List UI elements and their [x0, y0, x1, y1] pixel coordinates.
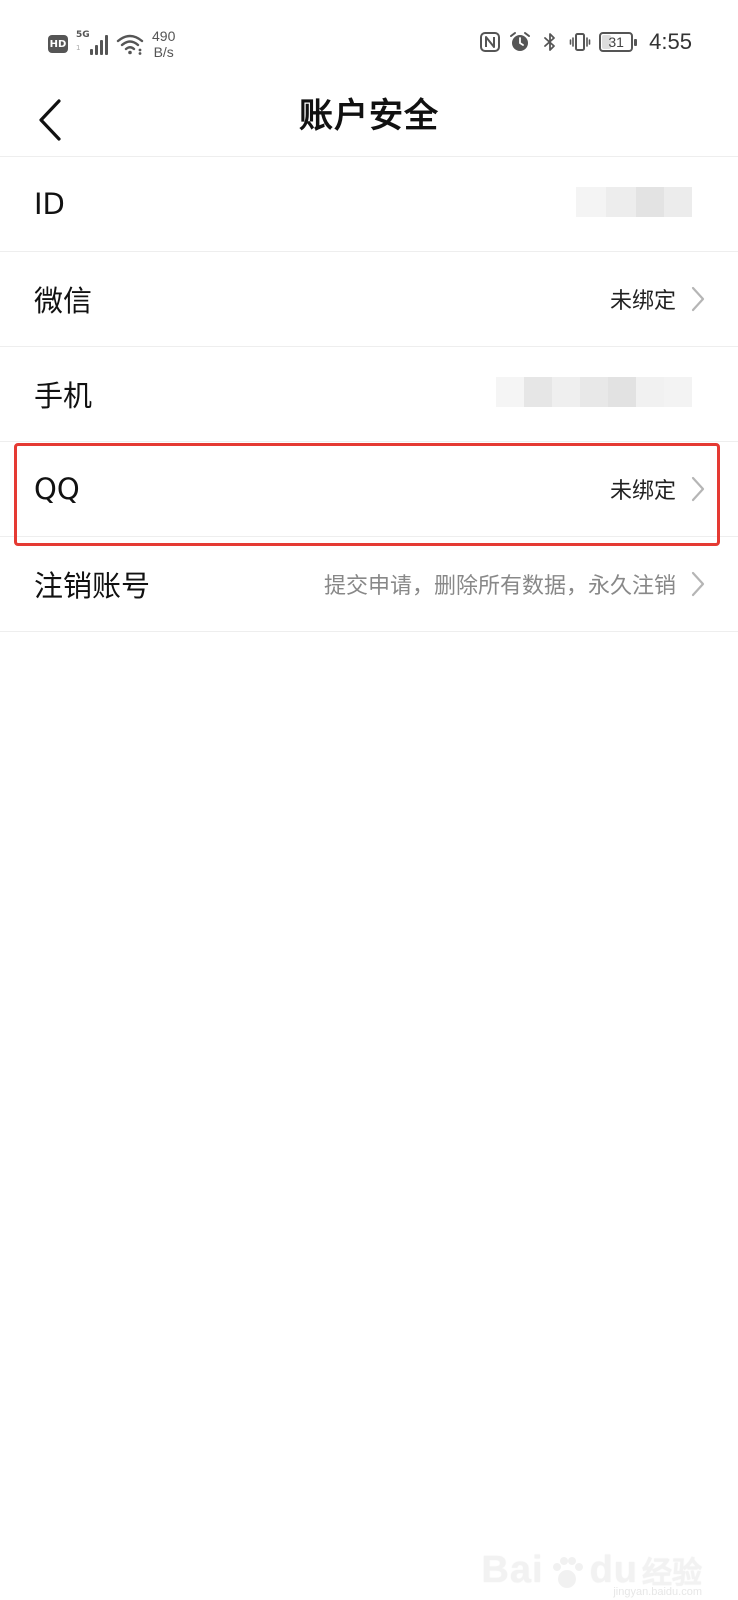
wechat-bind-status: 未绑定	[609, 289, 676, 314]
row-id: ID	[0, 157, 738, 252]
account-security-list: ID 微信 未绑定 手机 QQ 未绑定 注销账号 提交申请，删除所有数据，永久注…	[0, 156, 738, 632]
watermark-brand: Bai	[481, 1549, 544, 1591]
row-wechat[interactable]: 微信 未绑定	[0, 252, 738, 347]
obscured-id-value	[576, 187, 692, 217]
network-speed: 490 B/s	[152, 28, 175, 60]
chevron-right-icon	[691, 286, 705, 312]
network-type-label: 5G	[76, 30, 90, 40]
obscured-phone-value	[496, 377, 692, 407]
nfc-icon	[480, 32, 501, 52]
vibrate-icon	[569, 33, 591, 51]
bluetooth-icon	[544, 33, 556, 51]
row-qq[interactable]: QQ 未绑定	[0, 442, 738, 537]
row-wechat-label: 微信	[34, 284, 93, 318]
row-deactivate-label: 注销账号	[34, 569, 151, 603]
chevron-right-icon	[691, 571, 705, 597]
row-deactivate-account[interactable]: 注销账号 提交申请，删除所有数据，永久注销	[0, 537, 738, 632]
network-sub-label: 1	[76, 44, 81, 52]
alarm-icon	[510, 32, 531, 51]
status-right: 31 4:55	[479, 26, 692, 58]
row-id-label: ID	[34, 187, 65, 221]
nav-bar: 账户安全	[0, 84, 738, 156]
status-time: 4:55	[649, 29, 692, 54]
battery-icon: 31	[599, 32, 638, 52]
qq-bind-status: 未绑定	[609, 479, 676, 504]
page-title: 账户安全	[299, 96, 439, 136]
status-left: HD 5G 1 490 B/s	[48, 24, 175, 64]
network-speed-value: 490	[152, 28, 176, 44]
network-speed-unit: B/s	[153, 44, 174, 60]
wifi-icon	[116, 34, 144, 55]
battery-percentage: 31	[608, 34, 624, 50]
baidu-watermark: Bai du 经验 jingyan.baidu.com	[481, 1548, 702, 1598]
status-bar: HD 5G 1 490 B/s 31 4:55	[0, 0, 738, 84]
row-qq-label: QQ	[34, 472, 80, 506]
paw-icon	[552, 1557, 583, 1588]
row-phone[interactable]: 手机	[0, 347, 738, 442]
deactivate-description: 提交申请，删除所有数据，永久注销	[323, 574, 676, 599]
row-phone-label: 手机	[34, 379, 93, 413]
chevron-right-icon	[691, 476, 705, 502]
cellular-signal-icon: 5G 1	[76, 30, 108, 55]
hd-badge: HD	[48, 35, 68, 53]
watermark-url: jingyan.baidu.com	[613, 1586, 702, 1598]
